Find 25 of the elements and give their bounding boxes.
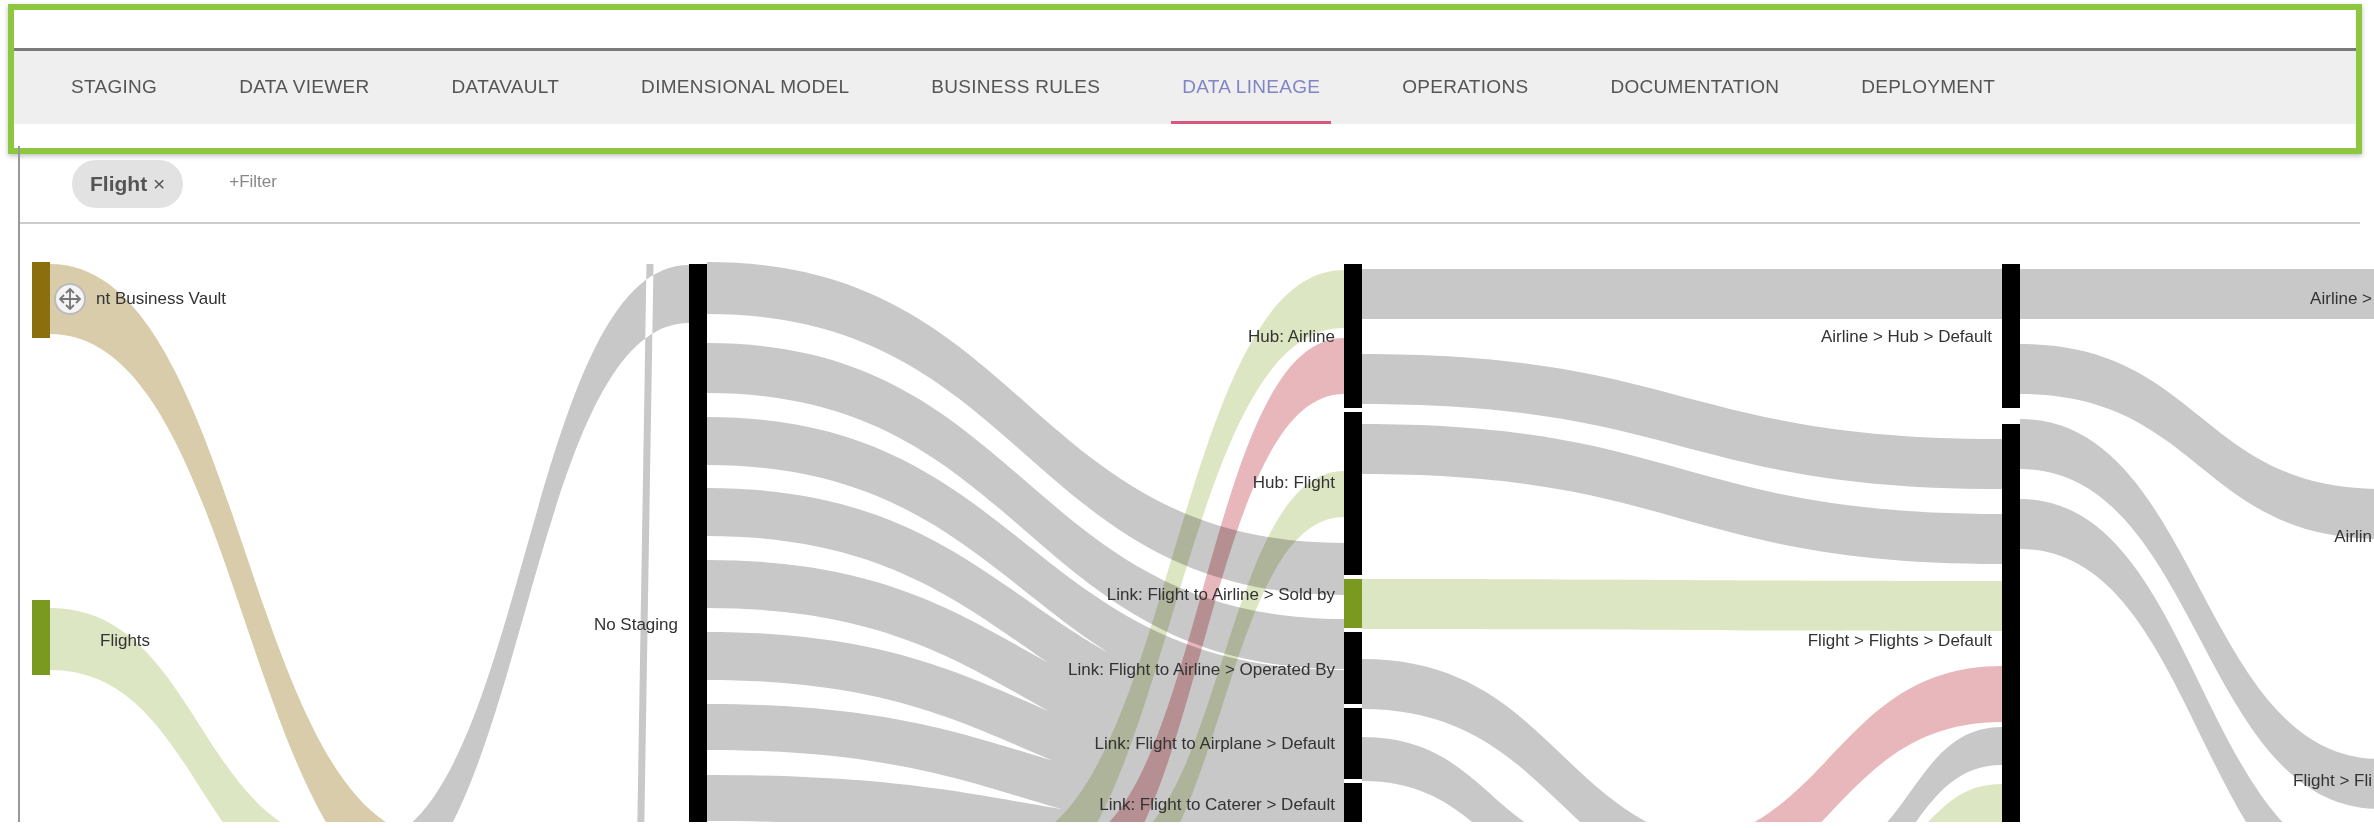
node-label: Airlin: [2334, 527, 2372, 546]
node-label: nt Business Vault: [96, 289, 227, 308]
node-label: No Staging: [593, 615, 678, 634]
node-label: Link: Flight to Airline > Operated By: [1068, 660, 1335, 679]
node-label: Airline > Hub > Default: [1820, 327, 1992, 346]
tab[interactable]: STAGING: [30, 51, 199, 124]
node-label: Link: Flight to Airline > Sold by: [1106, 585, 1335, 604]
move-icon[interactable]: [54, 283, 86, 315]
tab[interactable]: DIMENSIONAL MODEL: [600, 51, 891, 124]
tab[interactable]: DATAVAULT: [410, 51, 601, 124]
tab[interactable]: DOCUMENTATION: [1569, 51, 1821, 124]
node-label: Hub: Flight: [1252, 473, 1335, 492]
tab[interactable]: DATA VIEWER: [198, 51, 411, 124]
node-label: Hub: Airline: [1248, 327, 1335, 346]
node-label: Flights: [100, 631, 151, 650]
node-label: Link: Flight to Airplane > Default: [1094, 734, 1335, 753]
node-label: Link: Flight to Caterer > Default: [1099, 795, 1335, 814]
tab[interactable]: BUSINESS RULES: [890, 51, 1142, 124]
node-label: Airline >: [2310, 289, 2372, 308]
node-label: Flight > Fli: [2293, 771, 2372, 790]
node-label: Flight > Flights > Default: [1807, 631, 1992, 650]
filter-chip[interactable]: Flight ×: [72, 160, 184, 208]
tab[interactable]: OPERATIONS: [1361, 51, 1570, 124]
add-filter-link[interactable]: +Filter: [223, 168, 283, 196]
tab[interactable]: DEPLOYMENT: [1820, 51, 2037, 124]
